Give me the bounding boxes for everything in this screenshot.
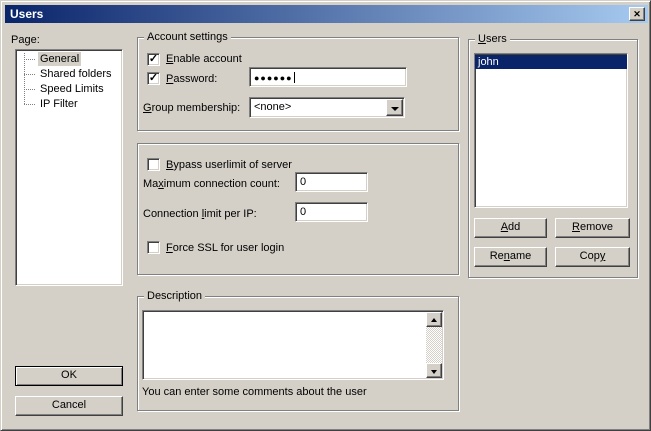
close-button[interactable]: ✕ [629,7,645,21]
group-membership-value: <none> [254,101,291,114]
copy-button[interactable]: Copy [555,247,630,267]
tree-branch [24,59,35,60]
tree-branch [24,74,35,75]
enable-account-checkbox[interactable]: ✓ [147,53,160,66]
dropdown-button[interactable] [386,99,403,116]
tree-item-ip-filter[interactable]: IP Filter [16,97,122,112]
page-label: Page: [11,34,40,46]
password-label: Password: [166,73,217,85]
tree-item-label[interactable]: IP Filter [38,97,80,111]
tree-item-shared-folders[interactable]: Shared folders [16,67,122,82]
enable-account-label[interactable]: Enable account [166,53,242,65]
password-checkbox[interactable]: ✓ [147,72,160,85]
scroll-down-button[interactable] [426,363,442,378]
checkmark-icon: ✓ [149,53,158,65]
users-dialog: Users ✕ Page: General Shared folders Spe… [0,0,651,431]
users-title: Users [475,33,510,45]
max-connection-input[interactable]: 0 [295,172,368,192]
page-tree[interactable]: General Shared folders Speed Limits IP F… [15,49,123,286]
window-title: Users [10,7,43,21]
tree-branch [24,89,35,90]
group-membership-select[interactable]: <none> [249,97,405,118]
add-button[interactable]: Add [474,218,547,238]
close-icon: ✕ [633,9,641,19]
ok-button-label: OK [61,369,77,381]
max-connection-value: 0 [300,176,306,188]
tree-item-label[interactable]: General [38,52,81,66]
description-hint: You can enter some comments about the us… [142,386,367,398]
bypass-userlimit-checkbox[interactable] [147,158,160,171]
remove-button[interactable]: Remove [555,218,630,238]
tree-item-general[interactable]: General [16,52,122,67]
users-list[interactable]: john [474,53,628,208]
tree-branch [24,104,35,105]
force-ssl-label[interactable]: Force SSL for user login [166,242,284,254]
password-input[interactable]: ●●●●●● [249,67,407,87]
account-settings-title: Account settings [144,31,231,43]
checkmark-icon: ✓ [149,72,158,84]
tree-item-label[interactable]: Shared folders [38,67,114,81]
max-connection-label: Maximum connection count: [143,178,280,190]
chevron-down-icon [391,107,399,111]
tree-item-label[interactable]: Speed Limits [38,82,106,96]
rename-button[interactable]: Rename [474,247,547,267]
text-caret [294,72,295,83]
ok-button[interactable]: OK [15,366,123,386]
connection-limit-per-ip-input[interactable]: 0 [295,202,368,222]
connection-limit-per-ip-label: Connection limit per IP: [143,208,257,220]
chevron-down-icon [431,370,437,374]
group-membership-label: Group membership: [143,102,240,114]
password-value: ●●●●●● [254,73,293,83]
bypass-userlimit-label[interactable]: Bypass userlimit of server [166,159,292,171]
user-list-item[interactable]: john [475,55,627,69]
scroll-up-button[interactable] [426,312,442,327]
cancel-button[interactable]: Cancel [15,396,123,416]
description-textarea[interactable] [142,310,444,380]
title-bar[interactable]: Users ✕ [5,5,648,23]
chevron-up-icon [431,318,437,322]
force-ssl-checkbox[interactable] [147,241,160,254]
tree-item-speed-limits[interactable]: Speed Limits [16,82,122,97]
description-scrollbar[interactable] [426,312,442,378]
connection-limit-per-ip-value: 0 [300,206,306,218]
description-title: Description [144,290,205,302]
cancel-button-label: Cancel [52,399,86,411]
